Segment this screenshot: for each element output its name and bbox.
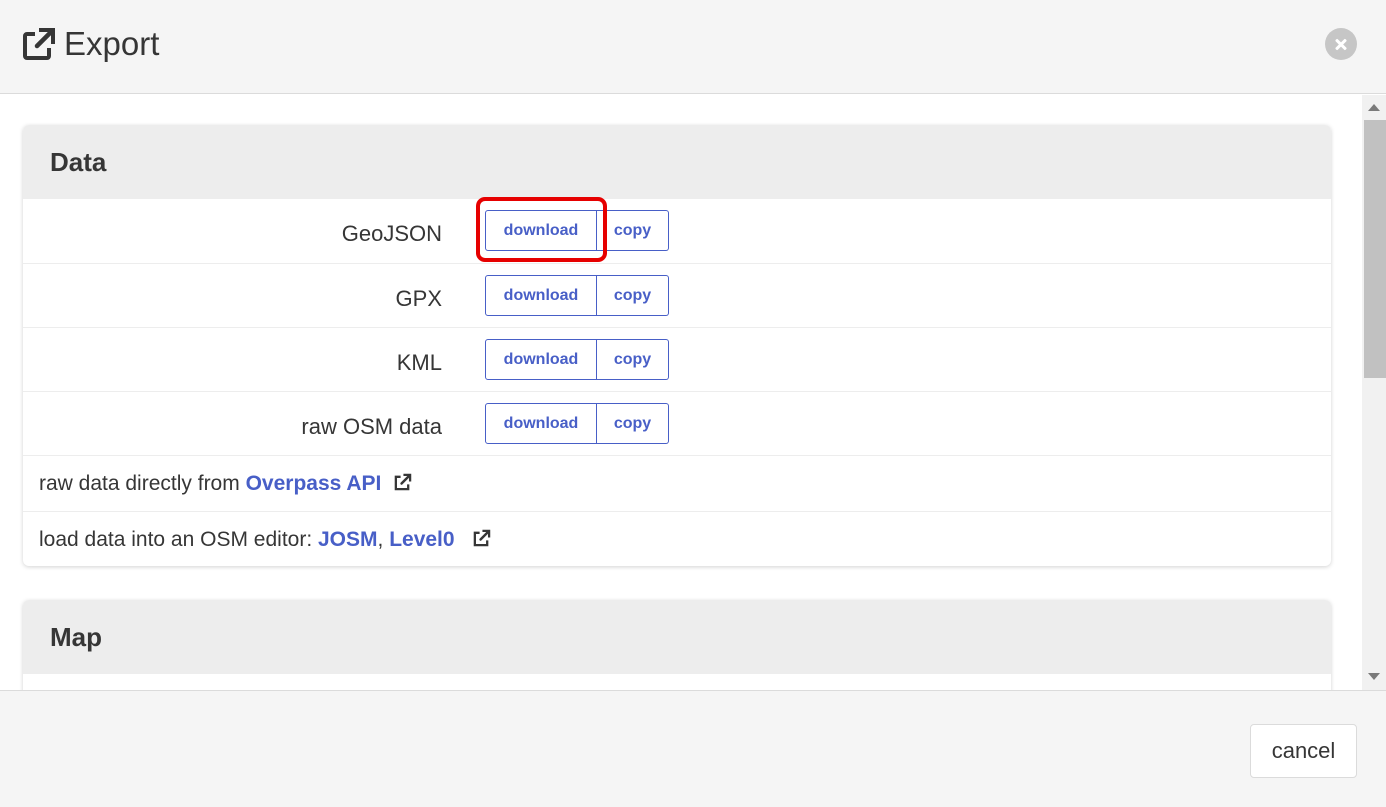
format-label: KML (396, 350, 442, 375)
link-separator: , (377, 528, 390, 551)
overpass-text: raw data directly from (39, 472, 246, 495)
editor-text: load data into an OSM editor: (39, 528, 318, 551)
map-panel: Map (23, 600, 1331, 690)
external-link-icon (23, 28, 55, 60)
button-group: download copy (485, 339, 669, 380)
external-link-icon[interactable] (472, 529, 491, 548)
overpass-row: raw data directly from Overpass API (23, 455, 1331, 511)
format-label: raw OSM data (301, 414, 442, 439)
dialog-header: Export (0, 0, 1386, 94)
raw-osm-download-button[interactable]: download (485, 403, 597, 444)
cancel-button[interactable]: cancel (1250, 724, 1357, 778)
format-label: GPX (395, 286, 442, 311)
josm-link[interactable]: JOSM (318, 528, 378, 551)
geojson-download-button[interactable]: download (485, 210, 597, 251)
dialog-footer: cancel (0, 690, 1386, 807)
editor-row: load data into an OSM editor: JOSM, Leve… (23, 511, 1331, 566)
format-row-gpx: GPX download copy (23, 263, 1331, 327)
scroll-down-arrow-icon[interactable] (1368, 673, 1380, 680)
dialog-body: Data GeoJSON download copy GPX download … (0, 95, 1362, 690)
overpass-api-link[interactable]: Overpass API (246, 472, 382, 495)
gpx-copy-button[interactable]: copy (597, 275, 669, 316)
external-link-icon[interactable] (393, 473, 412, 492)
level0-link[interactable]: Level0 (389, 528, 454, 551)
format-row-raw-osm: raw OSM data download copy (23, 391, 1331, 455)
kml-download-button[interactable]: download (485, 339, 597, 380)
export-dialog: Export Data GeoJSON download copy GPX do… (0, 0, 1386, 807)
button-group: download copy (485, 275, 669, 316)
data-panel: Data GeoJSON download copy GPX download … (23, 125, 1331, 566)
map-panel-heading: Map (23, 600, 1331, 674)
geojson-copy-button[interactable]: copy (597, 210, 669, 251)
raw-osm-copy-button[interactable]: copy (597, 403, 669, 444)
vertical-scrollbar[interactable] (1362, 95, 1386, 690)
format-label: GeoJSON (341, 221, 442, 246)
data-panel-heading: Data (23, 125, 1331, 199)
format-row-geojson: GeoJSON download copy (23, 199, 1331, 263)
close-icon[interactable] (1325, 28, 1357, 60)
dialog-title: Export (64, 25, 160, 62)
button-group: download copy (485, 403, 669, 444)
format-row-kml: KML download copy (23, 327, 1331, 391)
button-group: download copy (485, 210, 669, 251)
gpx-download-button[interactable]: download (485, 275, 597, 316)
scroll-up-arrow-icon[interactable] (1368, 104, 1380, 111)
scrollbar-thumb[interactable] (1364, 120, 1386, 378)
kml-copy-button[interactable]: copy (597, 339, 669, 380)
